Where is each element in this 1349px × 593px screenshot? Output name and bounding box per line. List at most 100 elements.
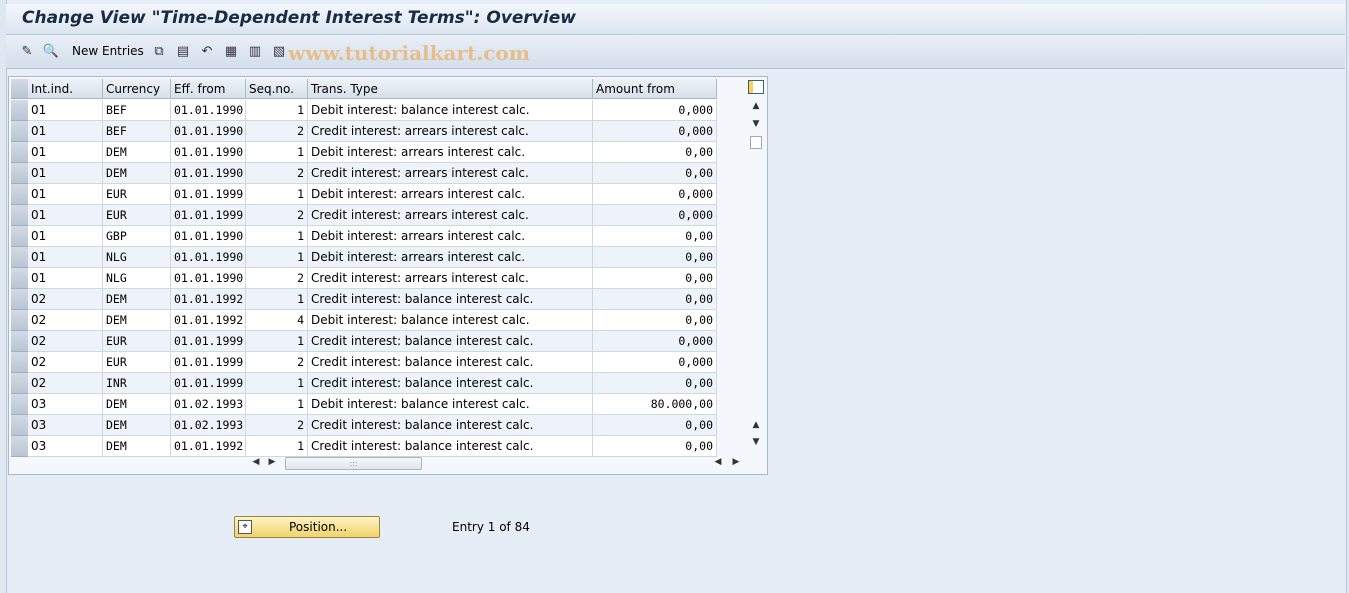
cell-currency[interactable]: BEF bbox=[103, 100, 171, 121]
cell-currency[interactable]: DEM bbox=[103, 394, 171, 415]
cell-seq-no[interactable]: 1 bbox=[246, 226, 308, 247]
cell-currency[interactable]: EUR bbox=[103, 352, 171, 373]
cell-int-ind[interactable]: 03 bbox=[28, 394, 103, 415]
cell-seq-no[interactable]: 1 bbox=[246, 100, 308, 121]
row-selector[interactable] bbox=[11, 331, 28, 352]
column-header-currency[interactable]: Currency bbox=[103, 79, 171, 99]
cell-eff-from[interactable]: 01.01.1999 bbox=[171, 352, 246, 373]
column-header-amount-from[interactable]: Amount from bbox=[593, 79, 717, 99]
cell-trans-type[interactable]: Credit interest: arrears interest calc. bbox=[308, 163, 593, 184]
cell-trans-type[interactable]: Debit interest: balance interest calc. bbox=[308, 100, 593, 121]
cell-trans-type[interactable]: Credit interest: arrears interest calc. bbox=[308, 121, 593, 142]
row-selector[interactable] bbox=[11, 310, 28, 331]
cell-currency[interactable]: INR bbox=[103, 373, 171, 394]
select-all-rows-cell[interactable] bbox=[11, 79, 28, 99]
cell-eff-from[interactable]: 01.01.1992 bbox=[171, 310, 246, 331]
column-header-seq-no[interactable]: Seq.no. bbox=[246, 79, 308, 99]
cell-int-ind[interactable]: 01 bbox=[28, 184, 103, 205]
row-selector[interactable] bbox=[11, 205, 28, 226]
row-selector[interactable] bbox=[11, 289, 28, 310]
cell-trans-type[interactable]: Credit interest: arrears interest calc. bbox=[308, 205, 593, 226]
cell-currency[interactable]: NLG bbox=[103, 268, 171, 289]
cell-seq-no[interactable]: 1 bbox=[246, 394, 308, 415]
cell-currency[interactable]: DEM bbox=[103, 142, 171, 163]
cell-trans-type[interactable]: Credit interest: balance interest calc. bbox=[308, 289, 593, 310]
cell-currency[interactable]: DEM bbox=[103, 289, 171, 310]
cell-seq-no[interactable]: 2 bbox=[246, 268, 308, 289]
cell-currency[interactable]: DEM bbox=[103, 310, 171, 331]
cell-int-ind[interactable]: 02 bbox=[28, 373, 103, 394]
cell-eff-from[interactable]: 01.02.1993 bbox=[171, 415, 246, 436]
cell-int-ind[interactable]: 01 bbox=[28, 163, 103, 184]
cell-amount-from[interactable]: 0,000 bbox=[593, 184, 717, 205]
vertical-scroll-thumb[interactable] bbox=[750, 136, 762, 149]
cell-trans-type[interactable]: Credit interest: balance interest calc. bbox=[308, 373, 593, 394]
cell-eff-from[interactable]: 01.01.1990 bbox=[171, 268, 246, 289]
cell-seq-no[interactable]: 1 bbox=[246, 331, 308, 352]
scroll-right-icon[interactable]: ▶ bbox=[265, 457, 279, 467]
cell-amount-from[interactable]: 0,00 bbox=[593, 289, 717, 310]
cell-eff-from[interactable]: 01.01.1999 bbox=[171, 331, 246, 352]
cell-amount-from[interactable]: 0,00 bbox=[593, 415, 717, 436]
cell-amount-from[interactable]: 0,00 bbox=[593, 247, 717, 268]
cell-amount-from[interactable]: 0,000 bbox=[593, 121, 717, 142]
cell-seq-no[interactable]: 4 bbox=[246, 310, 308, 331]
cell-eff-from[interactable]: 01.01.1990 bbox=[171, 121, 246, 142]
cell-int-ind[interactable]: 03 bbox=[28, 415, 103, 436]
display-change-icon[interactable]: ✎ bbox=[18, 42, 36, 60]
row-selector[interactable] bbox=[11, 373, 28, 394]
row-selector[interactable] bbox=[11, 100, 28, 121]
cell-seq-no[interactable]: 1 bbox=[246, 247, 308, 268]
cell-amount-from[interactable]: 0,00 bbox=[593, 163, 717, 184]
row-selector[interactable] bbox=[11, 394, 28, 415]
cell-currency[interactable]: DEM bbox=[103, 415, 171, 436]
cell-eff-from[interactable]: 01.01.1999 bbox=[171, 373, 246, 394]
select-block-icon[interactable]: ▥ bbox=[246, 42, 264, 60]
cell-currency[interactable]: DEM bbox=[103, 436, 171, 457]
row-selector[interactable] bbox=[11, 247, 28, 268]
cell-seq-no[interactable]: 1 bbox=[246, 373, 308, 394]
scroll-up-icon[interactable]: ▲ bbox=[749, 101, 763, 111]
cell-currency[interactable]: EUR bbox=[103, 331, 171, 352]
page-down-icon[interactable]: ▼ bbox=[749, 119, 763, 129]
cell-eff-from[interactable]: 01.01.1990 bbox=[171, 100, 246, 121]
cell-currency[interactable]: EUR bbox=[103, 205, 171, 226]
cell-amount-from[interactable]: 0,00 bbox=[593, 310, 717, 331]
cell-eff-from[interactable]: 01.02.1993 bbox=[171, 394, 246, 415]
cell-currency[interactable]: NLG bbox=[103, 247, 171, 268]
cell-amount-from[interactable]: 0,00 bbox=[593, 436, 717, 457]
cell-currency[interactable]: DEM bbox=[103, 163, 171, 184]
cell-int-ind[interactable]: 03 bbox=[28, 436, 103, 457]
cell-amount-from[interactable]: 0,000 bbox=[593, 331, 717, 352]
deselect-all-icon[interactable]: ▧ bbox=[270, 42, 288, 60]
scroll-left-end-icon[interactable]: ◀ bbox=[711, 457, 725, 467]
cell-amount-from[interactable]: 0,00 bbox=[593, 226, 717, 247]
row-selector[interactable] bbox=[11, 415, 28, 436]
cell-int-ind[interactable]: 01 bbox=[28, 142, 103, 163]
cell-int-ind[interactable]: 02 bbox=[28, 352, 103, 373]
cell-int-ind[interactable]: 01 bbox=[28, 100, 103, 121]
row-selector[interactable] bbox=[11, 184, 28, 205]
cell-eff-from[interactable]: 01.01.1992 bbox=[171, 436, 246, 457]
cell-trans-type[interactable]: Credit interest: balance interest calc. bbox=[308, 415, 593, 436]
select-all-icon[interactable]: ▦ bbox=[222, 42, 240, 60]
row-selector[interactable] bbox=[11, 163, 28, 184]
cell-trans-type[interactable]: Debit interest: arrears interest calc. bbox=[308, 226, 593, 247]
delete-icon[interactable]: ▤ bbox=[174, 42, 192, 60]
cell-eff-from[interactable]: 01.01.1990 bbox=[171, 163, 246, 184]
undo-icon[interactable]: ↶ bbox=[198, 42, 216, 60]
cell-trans-type[interactable]: Credit interest: balance interest calc. bbox=[308, 436, 593, 457]
vertical-scrollbar[interactable] bbox=[747, 99, 765, 453]
cell-eff-from[interactable]: 01.01.1999 bbox=[171, 184, 246, 205]
cell-trans-type[interactable]: Debit interest: arrears interest calc. bbox=[308, 184, 593, 205]
horizontal-scroll-thumb[interactable]: ::: bbox=[285, 457, 422, 470]
page-up-icon[interactable]: ▲ bbox=[749, 420, 763, 430]
cell-eff-from[interactable]: 01.01.1990 bbox=[171, 247, 246, 268]
cell-currency[interactable]: EUR bbox=[103, 184, 171, 205]
row-selector[interactable] bbox=[11, 226, 28, 247]
cell-trans-type[interactable]: Credit interest: arrears interest calc. bbox=[308, 268, 593, 289]
cell-trans-type[interactable]: Debit interest: arrears interest calc. bbox=[308, 247, 593, 268]
cell-seq-no[interactable]: 2 bbox=[246, 352, 308, 373]
cell-seq-no[interactable]: 1 bbox=[246, 289, 308, 310]
cell-amount-from[interactable]: 0,000 bbox=[593, 352, 717, 373]
